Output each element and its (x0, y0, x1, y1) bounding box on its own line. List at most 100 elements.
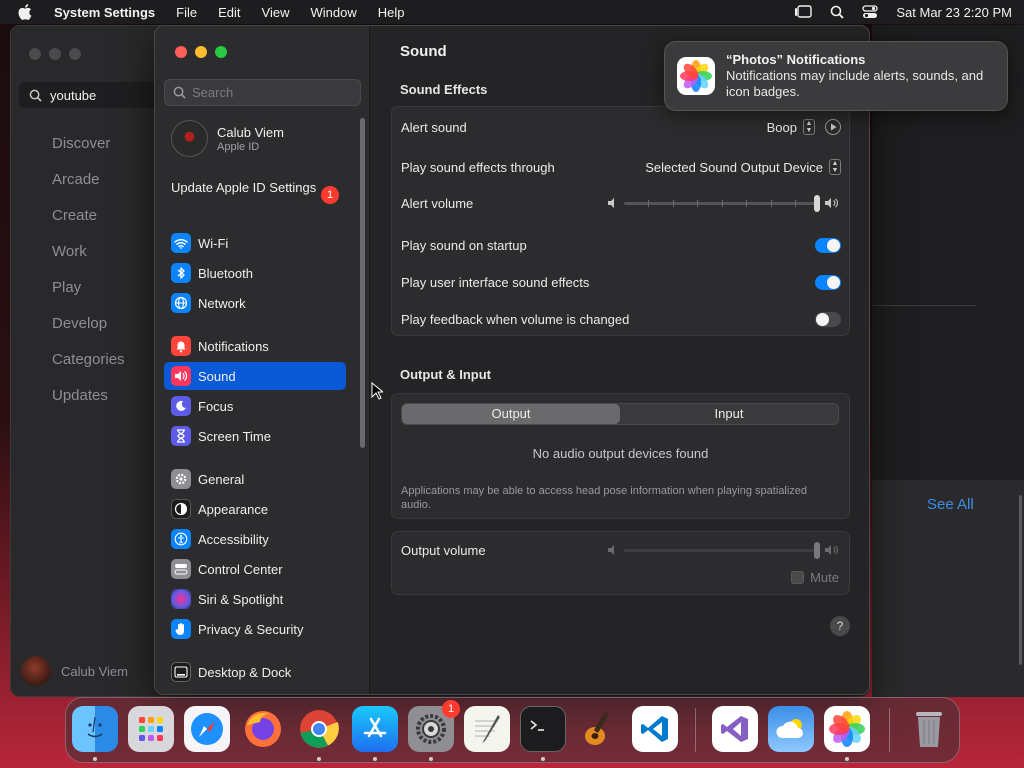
output-volume-row: Output volume (401, 540, 841, 560)
terminal-icon[interactable] (520, 706, 566, 752)
photos-icon (677, 57, 715, 95)
play-alert-button[interactable] (825, 119, 841, 135)
nav-work[interactable]: Work (52, 242, 125, 278)
app-store-icon[interactable] (352, 706, 398, 752)
menu-help[interactable]: Help (378, 5, 405, 20)
nav-arcade[interactable]: Arcade (52, 170, 125, 206)
minimize-button[interactable] (49, 48, 61, 60)
system-settings-icon[interactable]: 1 (408, 700, 460, 752)
sidebar-scrollbar[interactable] (360, 118, 365, 448)
divider (872, 305, 976, 306)
nav-discover[interactable]: Discover (52, 134, 125, 170)
alert-sound-popup[interactable]: Boop ▲ ▼ (767, 119, 815, 135)
vscode-icon[interactable] (632, 706, 678, 752)
sidebar-item-label: Accessibility (198, 531, 269, 547)
sidebar-item-siri-spotlight[interactable]: Siri & Spotlight (164, 585, 346, 613)
help-button[interactable]: ? (830, 616, 850, 636)
alert-volume-slider[interactable] (624, 194, 820, 212)
toggle-knob (827, 238, 840, 252)
output-volume-slider[interactable] (624, 541, 820, 559)
sidebar-item-desktop-dock[interactable]: Desktop & Dock (164, 658, 346, 686)
apple-menu-icon[interactable] (18, 4, 36, 20)
sidebar-item-general[interactable]: General (164, 465, 346, 493)
garageband-icon[interactable] (576, 706, 622, 752)
tab-output[interactable]: Output (402, 404, 620, 424)
bluetooth-icon (171, 263, 191, 283)
zoom-button[interactable] (215, 46, 227, 58)
sidebar-item-privacy-security[interactable]: Privacy & Security (164, 615, 346, 643)
control-center-icon[interactable] (862, 5, 879, 19)
play-through-popup[interactable]: Selected Sound Output Device ▲ ▼ (645, 159, 841, 175)
sidebar-item-bluetooth[interactable]: Bluetooth (164, 259, 346, 287)
spotlight-search-icon[interactable] (830, 5, 845, 19)
window-controls (175, 46, 227, 58)
sidebar-item-notifications[interactable]: Notifications (164, 332, 346, 360)
firefox-icon[interactable] (240, 706, 286, 752)
running-indicator (93, 757, 97, 761)
minimize-button[interactable] (195, 46, 207, 58)
nav-play[interactable]: Play (52, 278, 125, 314)
nav-develop[interactable]: Develop (52, 314, 125, 350)
app-store-account[interactable]: Calub Viem (21, 656, 128, 686)
weather-icon[interactable] (768, 706, 814, 752)
play-through-label: Play sound effects through (401, 159, 555, 175)
page-title: Sound (400, 43, 447, 60)
nav-updates[interactable]: Updates (52, 386, 125, 422)
sidebar-item-appearance[interactable]: Appearance (164, 495, 346, 523)
menu-window[interactable]: Window (310, 5, 356, 20)
update-apple-id-item[interactable]: Update Apple ID Settings 1 (171, 180, 341, 204)
running-indicator (541, 757, 545, 761)
slider-knob[interactable] (814, 542, 820, 559)
apple-id-account[interactable]: Calub Viem Apple ID (171, 120, 284, 157)
sidebar-item-accessibility[interactable]: Accessibility (164, 525, 346, 553)
menu-view[interactable]: View (262, 5, 290, 20)
app-store-search-field[interactable]: youtube (19, 82, 159, 108)
app-store-sidebar: youtube Discover Arcade Create Work Play… (11, 26, 161, 696)
settings-search-field[interactable] (164, 79, 361, 106)
sidebar-item-screen-time[interactable]: Screen Time (164, 422, 346, 450)
safari-icon[interactable] (184, 706, 230, 752)
startup-sound-label: Play sound on startup (401, 237, 527, 253)
stage-manager-icon[interactable] (794, 5, 813, 19)
running-indicator (845, 757, 849, 761)
textedit-icon[interactable] (464, 706, 510, 752)
slider-knob[interactable] (814, 195, 820, 212)
tab-input[interactable]: Input (620, 404, 838, 424)
sidebar-item-label: Screen Time (198, 428, 271, 444)
nav-categories[interactable]: Categories (52, 350, 125, 386)
dock: 1 (65, 697, 960, 763)
nav-create[interactable]: Create (52, 206, 125, 242)
photos-notification[interactable]: “Photos” Notifications Notifications may… (664, 41, 1008, 111)
sidebar-item-sound[interactable]: Sound (164, 362, 346, 390)
startup-sound-toggle[interactable] (815, 237, 841, 253)
speaker-icon (171, 366, 191, 386)
visual-studio-icon[interactable] (712, 706, 758, 752)
close-button[interactable] (175, 46, 187, 58)
chevron-updown-icon: ▲ ▼ (829, 159, 841, 175)
sidebar-item-label: Network (198, 295, 246, 311)
menu-file[interactable]: File (176, 5, 197, 20)
see-all-link[interactable]: See All (927, 496, 974, 513)
mute-checkbox[interactable]: Mute (791, 570, 839, 585)
volume-feedback-label: Play feedback when volume is changed (401, 311, 630, 327)
volume-feedback-toggle[interactable] (815, 311, 841, 327)
menu-app-name[interactable]: System Settings (54, 5, 155, 20)
ui-sound-effects-toggle[interactable] (815, 274, 841, 290)
close-button[interactable] (29, 48, 41, 60)
scrollbar[interactable] (1019, 495, 1022, 665)
sidebar-item-network[interactable]: Network (164, 289, 346, 317)
settings-search-input[interactable] (192, 85, 352, 100)
chrome-icon[interactable] (296, 706, 342, 752)
settings-sidebar: Calub Viem Apple ID Update Apple ID Sett… (155, 26, 370, 694)
menu-edit[interactable]: Edit (218, 5, 240, 20)
sidebar-item-focus[interactable]: Focus (164, 392, 346, 420)
launchpad-icon[interactable] (128, 706, 174, 752)
sidebar-item-wifi[interactable]: Wi-Fi (164, 229, 346, 257)
sidebar-item-control-center[interactable]: Control Center (164, 555, 346, 583)
photos-icon[interactable] (824, 706, 870, 752)
menubar-clock[interactable]: Sat Mar 23 2:20 PM (896, 5, 1012, 20)
sidebar-item-label: Appearance (198, 501, 269, 517)
trash-icon[interactable] (906, 706, 952, 752)
zoom-button[interactable] (69, 48, 81, 60)
finder-icon[interactable] (72, 706, 118, 752)
